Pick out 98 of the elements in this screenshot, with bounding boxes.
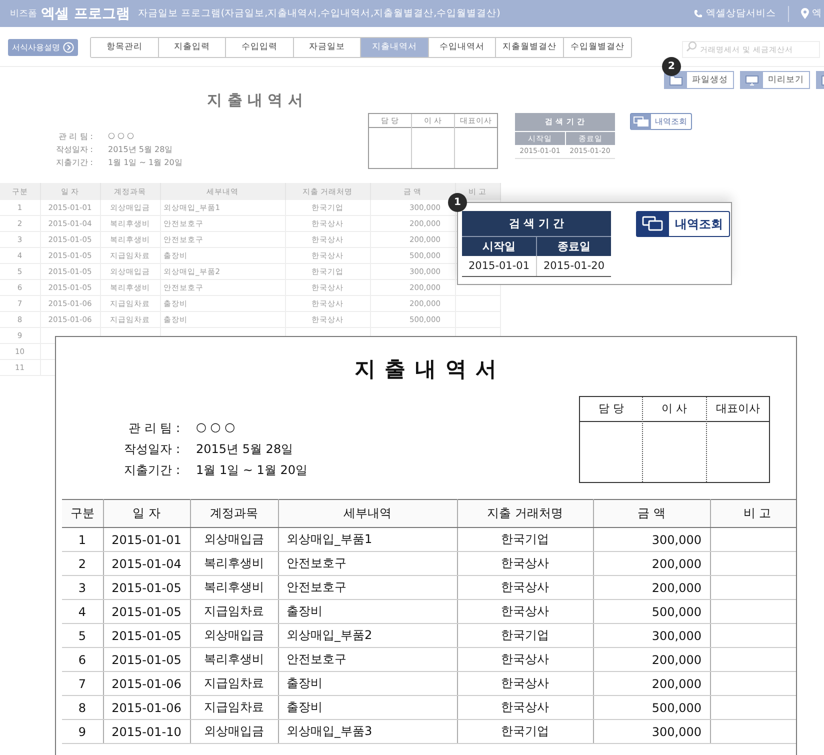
info-label: 작성일자 :: [54, 144, 93, 156]
column-header: 비 고: [710, 500, 796, 528]
table-cell: 복리후생비: [204, 580, 264, 594]
table-cell: 한국상사: [501, 604, 549, 618]
table-cell: 2: [78, 556, 86, 570]
sheet-title: 지 출 내 역 서: [206, 91, 304, 110]
info-label: 작성일자 :: [123, 441, 180, 458]
table-cell: 2015-01-04: [112, 556, 182, 570]
info-value: 1월 1일 ~ 1월 20일: [108, 157, 182, 169]
toolbar-button[interactable]: 파일생성: [664, 71, 734, 89]
table-cell: 500,000: [652, 700, 702, 714]
info-value: 2015년 5월 28일: [108, 144, 173, 156]
table-cell: 300,000: [652, 532, 702, 546]
table-cell: 출장비: [286, 604, 322, 618]
table-cell: 500,000: [652, 604, 702, 618]
table-cell: 외상매입금: [204, 724, 264, 738]
table-cell: 외상매입_부품3: [286, 724, 372, 738]
program-subtitle: 자금일보 프로그램(자금일보,지출내역서,수입내역서,지출월별결산,수입월별결산): [138, 7, 500, 20]
monitor-icon: [741, 72, 763, 88]
period-date: 2015-01-20: [542, 259, 606, 274]
table-cell: 2015-01-06: [112, 700, 182, 714]
chat-bubbles-icon: [631, 114, 651, 130]
query-button[interactable]: 내역조회: [630, 113, 692, 130]
info-label: 지출기간 :: [54, 157, 93, 169]
location-pin-icon: [801, 8, 809, 19]
table-cell: 1: [78, 532, 86, 546]
info-value: ○ ○ ○: [196, 420, 236, 436]
table-cell: 외상매입_부품1: [286, 532, 372, 546]
column-header: 금 액: [593, 500, 710, 528]
table-cell: 2015-01-05: [112, 652, 182, 666]
approval-header: 담 당: [580, 397, 642, 422]
table-cell: 2015-01-05: [112, 604, 182, 618]
table-cell: 외상매입_부품2: [286, 628, 372, 642]
sheet-title: 지 출 내 역 서: [353, 356, 499, 383]
table-cell: 한국기업: [501, 724, 549, 738]
table-cell: 2015-01-05: [112, 580, 182, 594]
column-header: 세부내역: [278, 500, 457, 528]
phone-icon: [693, 8, 703, 18]
period-title: 검 색 기 간: [462, 211, 611, 236]
approval-header: 이 사: [643, 397, 706, 422]
table-cell: 2015-01-01: [112, 532, 182, 546]
toolbar-button[interactable]: 미리보기: [740, 71, 810, 89]
table-cell: 지급임차료: [204, 676, 264, 690]
table-cell: 복리후생비: [204, 556, 264, 570]
table-cell: 출장비: [286, 676, 322, 690]
info-value: ○ ○ ○: [108, 131, 134, 142]
query-button[interactable]: 내역조회: [636, 211, 730, 237]
table-cell: 8: [78, 700, 86, 714]
period-date: 2015-01-01: [462, 256, 537, 276]
table-cell: 안전보호구: [286, 556, 346, 570]
brand-small: 비즈폼: [10, 8, 37, 20]
table-cell: 200,000: [652, 556, 702, 570]
brand-title: 엑셀 프로그램: [41, 4, 130, 22]
chat-bubbles-icon: [642, 216, 664, 232]
table-cell: 출장비: [286, 700, 322, 714]
table-cell: 200,000: [652, 580, 702, 594]
table-cell: 2015-01-10: [112, 724, 182, 738]
info-label: 관 리 팀 :: [128, 420, 180, 437]
info-value: 2015년 5월 28일: [196, 441, 294, 458]
column-header: 일 자: [103, 500, 190, 528]
table-cell: 6: [78, 652, 86, 666]
table-cell: 안전보호구: [286, 652, 346, 666]
table-cell: 한국상사: [501, 580, 549, 594]
column-header: 계정과목: [190, 500, 278, 528]
table-cell: 한국상사: [501, 652, 549, 666]
table-cell: 9: [78, 724, 86, 738]
table-cell: 한국상사: [501, 676, 549, 690]
approval-header: 대표이사: [706, 397, 769, 422]
table-cell: 7: [78, 676, 86, 690]
search-icon: [686, 40, 697, 52]
table-cell: 한국기업: [501, 628, 549, 642]
period-label: 종료일: [537, 236, 611, 256]
table-cell: 300,000: [652, 628, 702, 642]
table-cell: 2015-01-06: [112, 676, 182, 690]
period-label: 시작일: [462, 236, 537, 256]
table-cell: 외상매입금: [204, 532, 264, 546]
table-cell: 2015-01-05: [112, 628, 182, 642]
info-label: 지출기간 :: [123, 462, 180, 479]
table-cell: 지급임차료: [204, 604, 264, 618]
table-cell: 300,000: [652, 724, 702, 738]
table-cell: 200,000: [652, 652, 702, 666]
column-header: 지출 거래처명: [457, 500, 593, 528]
table-cell: 4: [78, 604, 86, 618]
table-cell: 외상매입금: [204, 628, 264, 642]
info-label: 관 리 팀 :: [58, 131, 93, 143]
table-cell: 한국상사: [501, 700, 549, 714]
info-value: 1월 1일 ~ 1월 20일: [196, 462, 308, 479]
table-cell: 복리후생비: [204, 652, 264, 666]
column-header: 구분: [62, 500, 103, 528]
step-badge: 2: [662, 57, 681, 76]
table-cell: 한국기업: [501, 532, 549, 546]
table-cell: 5: [78, 628, 86, 642]
tab[interactable]: 항목관리: [91, 38, 158, 56]
table-cell: 3: [78, 580, 86, 594]
table-cell: 안전보호구: [286, 580, 346, 594]
table-cell: 지급임차료: [204, 700, 264, 714]
table-cell: 한국상사: [501, 556, 549, 570]
table-cell: 200,000: [652, 676, 702, 690]
